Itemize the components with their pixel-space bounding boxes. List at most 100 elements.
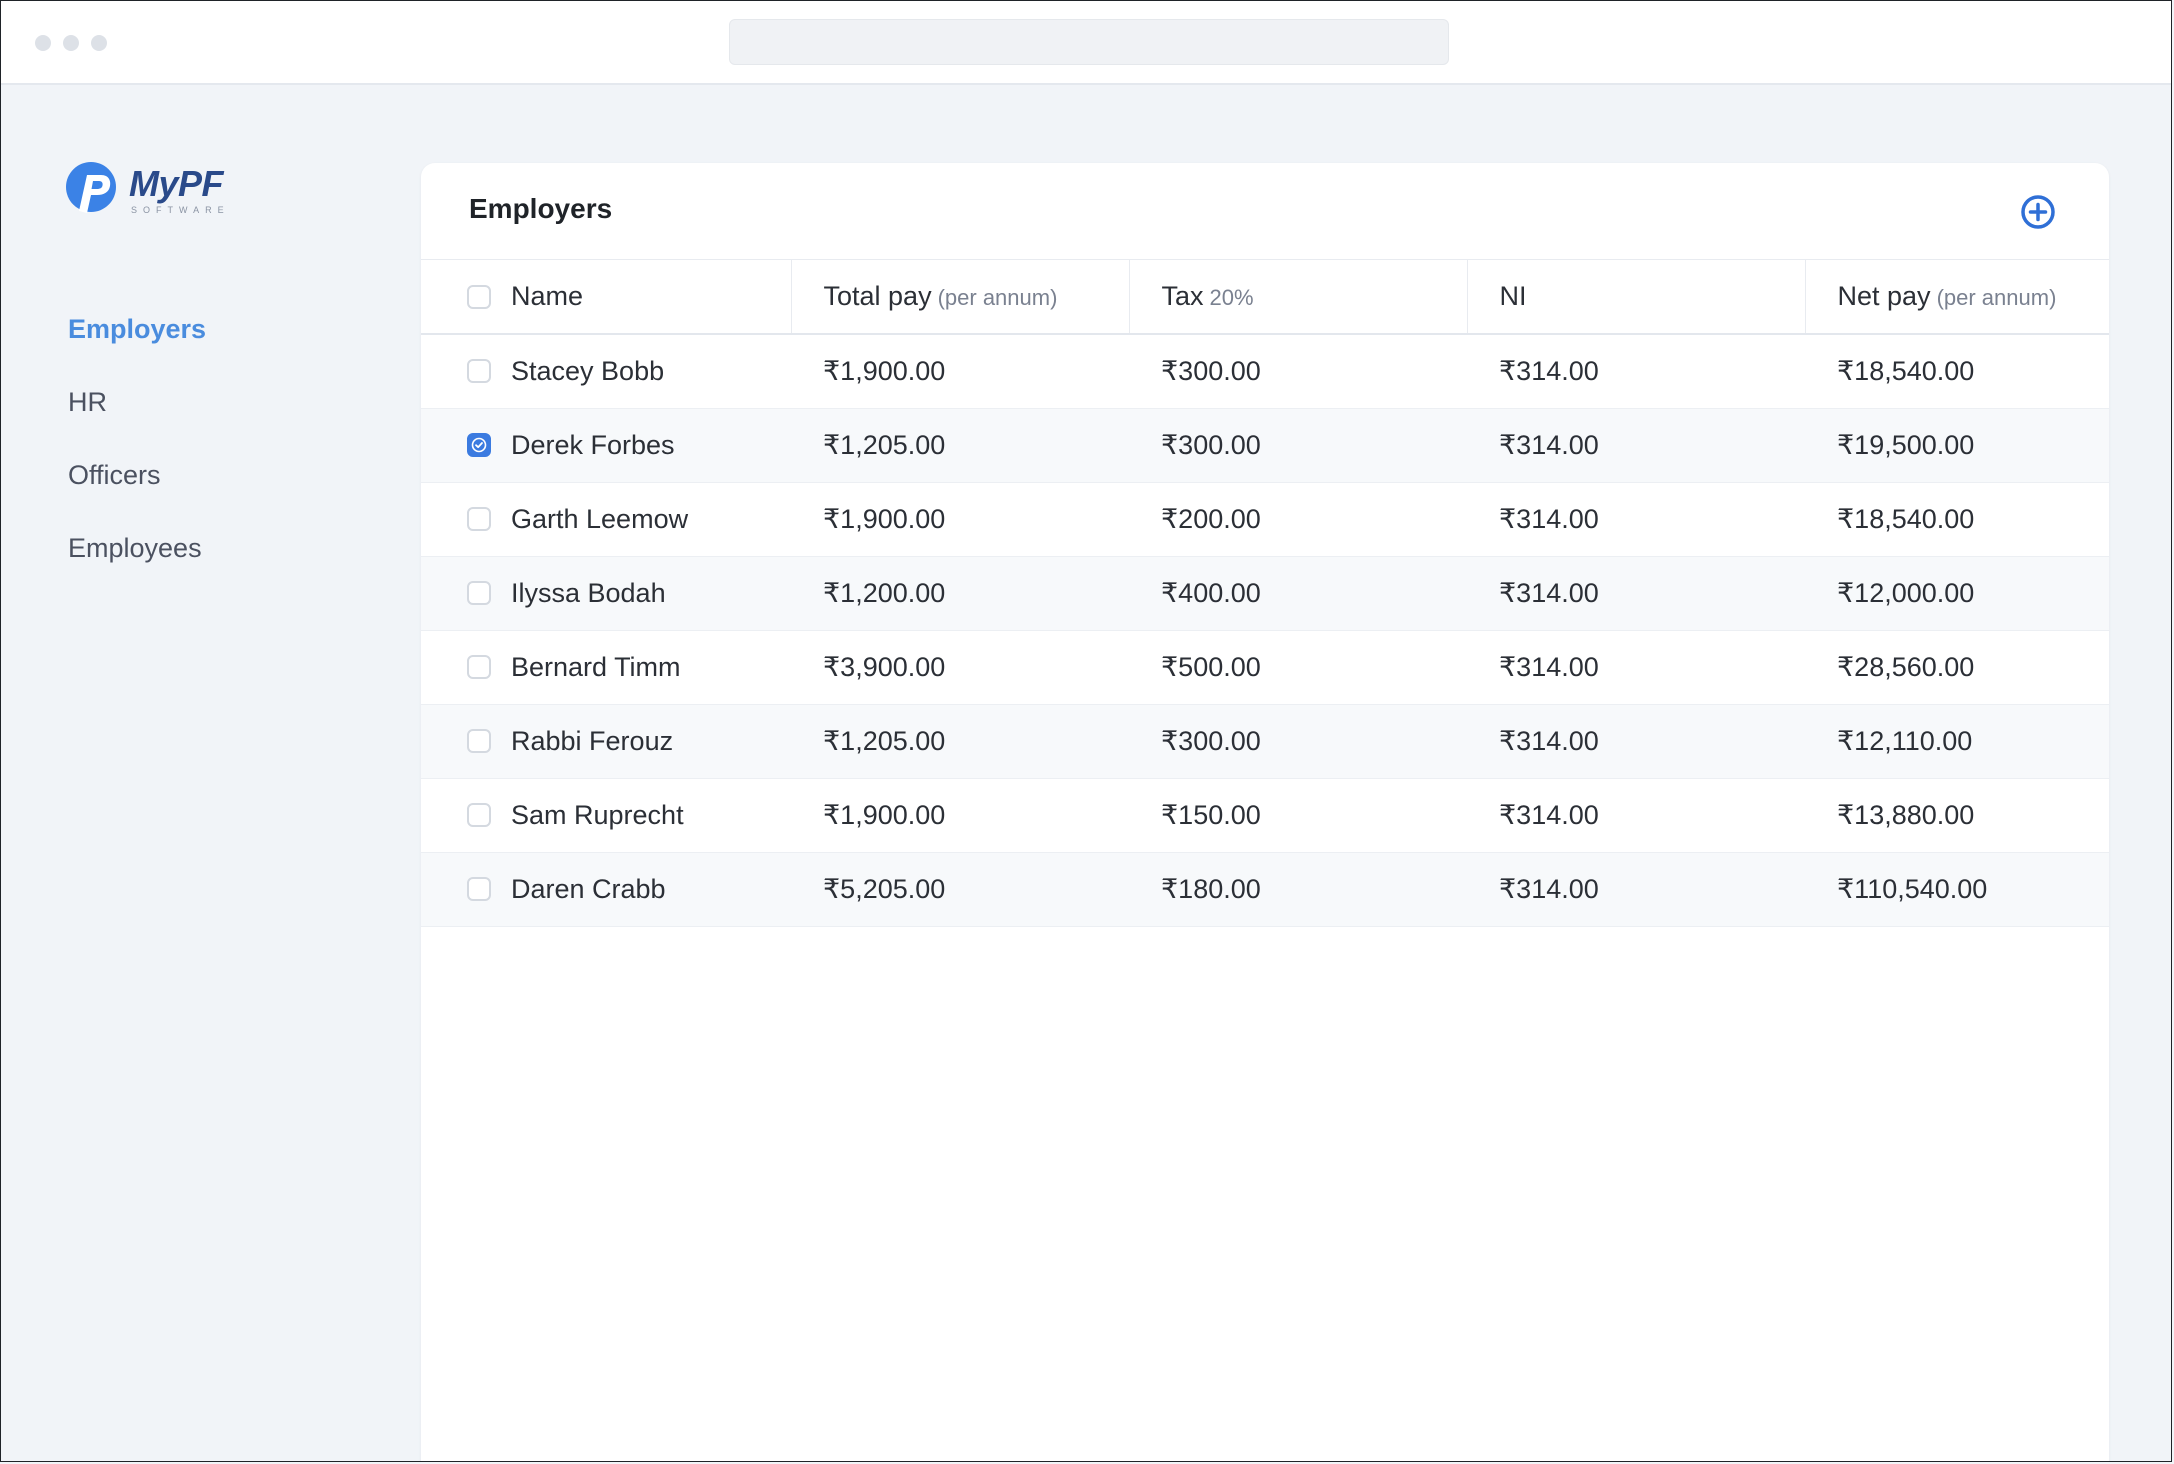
employers-table: Name Total pay (per annum) Tax 20% NI Net … [421,260,2109,927]
table-row[interactable]: Stacey Bobb ₹1,900.00 ₹300.00 ₹314.00 ₹18,54… [421,334,2109,408]
logo-mark-icon [66,162,116,213]
cell-total-pay: ₹1,900.00 [823,799,946,830]
cell-tax: ₹400.00 [1161,577,1261,608]
column-label: Net pay [1837,281,1931,311]
cell-name: Stacey Bobb [421,334,791,408]
cell-tax: ₹300.00 [1161,355,1261,386]
column-sublabel: 20% [1209,285,1254,310]
logo-wordmark: MyPF [129,163,224,204]
column-sublabel: (per annum) [937,285,1058,310]
column-header-ni[interactable]: NI [1467,260,1806,334]
employer-name: Daren Crabb [511,873,666,904]
sidebar-nav: Employers HR Officers Employees [68,311,206,603]
cell-ni: ₹314.00 [1499,873,1599,904]
row-checkbox[interactable] [467,877,491,901]
app-window: MyPF SOFTWARE Employers HR Officers Employe… [0,0,2172,1462]
cell-tax: ₹500.00 [1161,651,1261,682]
cell-ni: ₹314.00 [1499,799,1599,830]
cell-total-pay: ₹5,205.00 [823,873,946,904]
cell-ni: ₹314.00 [1499,355,1599,386]
employers-card: Employers Name Total pay (per annum) Tax… [421,163,2109,1461]
table-row[interactable]: Derek Forbes ₹1,205.00 ₹300.00 ₹314.00 ₹19,5… [421,408,2109,482]
employer-name: Bernard Timm [511,651,681,682]
row-checkbox[interactable] [467,359,491,384]
employer-name: Ilyssa Bodah [511,577,666,608]
row-checkbox[interactable] [467,729,491,753]
cell-name: Ilyssa Bodah [421,556,791,630]
row-checkbox[interactable] [467,655,491,679]
table-row[interactable]: Rabbi Ferouz ₹1,205.00 ₹300.00 ₹314.00 ₹12,1… [421,704,2109,778]
window-control-dot[interactable] [35,35,51,51]
window-control-dot[interactable] [91,35,107,51]
sidebar-item-employees[interactable]: Employees [68,530,206,603]
column-label: NI [1499,281,1527,311]
sidebar-item-hr[interactable]: HR [68,384,206,457]
window-titlebar [1,1,2171,85]
card-header: Employers [421,163,2109,260]
window-control-dot[interactable] [63,35,79,51]
cell-net-pay: ₹13,880.00 [1837,799,1975,830]
cell-name: Daren Crabb [421,852,791,926]
brand-logo[interactable]: MyPF SOFTWARE [65,161,235,221]
cell-total-pay: ₹1,205.00 [823,725,946,756]
cell-ni: ₹314.00 [1499,577,1599,608]
cell-ni: ₹314.00 [1499,651,1599,682]
sidebar-item-employers[interactable]: Employers [68,311,206,384]
column-header-total-pay[interactable]: Total pay (per annum) [791,260,1130,334]
column-label: Tax [1161,281,1204,311]
cell-name: Bernard Timm [421,630,791,704]
table-row[interactable]: Ilyssa Bodah ₹1,200.00 ₹400.00 ₹314.00 ₹12,0… [421,556,2109,630]
row-checkbox[interactable] [467,803,491,827]
cell-total-pay: ₹3,900.00 [823,651,946,682]
column-sublabel: (per annum) [1936,285,2057,310]
add-employer-button[interactable] [2019,193,2057,231]
column-header-tax[interactable]: Tax 20% [1129,260,1468,334]
table-row[interactable]: Sam Ruprecht ₹1,900.00 ₹150.00 ₹314.00 ₹13,8… [421,778,2109,852]
plus-circle-icon [2021,195,2055,229]
address-bar[interactable] [729,19,1449,65]
employer-name: Garth Leemow [511,503,689,534]
cell-net-pay: ₹18,540.00 [1837,503,1975,534]
cell-tax: ₹150.00 [1161,799,1261,830]
cell-total-pay: ₹1,900.00 [823,355,946,386]
table-row[interactable]: Daren Crabb ₹5,205.00 ₹180.00 ₹314.00 ₹110,5… [421,852,2109,926]
cell-net-pay: ₹18,540.00 [1837,355,1975,386]
column-label: Total pay [823,281,932,311]
cell-net-pay: ₹12,110.00 [1837,725,1973,756]
select-all-checkbox[interactable] [467,284,491,309]
cell-ni: ₹314.00 [1499,725,1599,756]
row-checkbox[interactable] [467,581,491,605]
table-header-row: Name Total pay (per annum) Tax 20% NI Net … [421,260,2109,334]
employer-name: Sam Ruprecht [511,799,684,830]
table-row[interactable]: Bernard Timm ₹3,900.00 ₹500.00 ₹314.00 ₹28,5… [421,630,2109,704]
cell-net-pay: ₹12,000.00 [1837,577,1975,608]
column-header-name[interactable]: Name [421,260,792,334]
cell-total-pay: ₹1,200.00 [823,577,946,608]
cell-name: Garth Leemow [421,482,791,556]
cell-total-pay: ₹1,205.00 [823,429,946,460]
sidebar-item-officers[interactable]: Officers [68,457,206,530]
cell-tax: ₹200.00 [1161,503,1261,534]
employer-name: Derek Forbes [511,429,675,460]
cell-tax: ₹180.00 [1161,873,1261,904]
cell-ni: ₹314.00 [1499,503,1599,534]
cell-tax: ₹300.00 [1161,725,1261,756]
table-row[interactable]: Garth Leemow ₹1,900.00 ₹200.00 ₹314.00 ₹18,5… [421,482,2109,556]
row-checkbox[interactable] [467,433,491,457]
cell-tax: ₹300.00 [1161,429,1261,460]
column-header-net-pay[interactable]: Net pay (per annum) [1805,260,2109,334]
page-title: Employers [469,193,613,224]
cell-ni: ₹314.00 [1499,429,1599,460]
logo-tagline: SOFTWARE [131,205,230,215]
cell-name: Derek Forbes [421,408,791,482]
cell-total-pay: ₹1,900.00 [823,503,946,534]
cell-net-pay: ₹110,540.00 [1837,873,1988,904]
cell-net-pay: ₹28,560.00 [1837,651,1975,682]
row-checkbox[interactable] [467,507,491,531]
column-label: Name [511,281,584,311]
cell-name: Rabbi Ferouz [421,704,791,778]
checkmark-icon [471,437,487,453]
employer-name: Stacey Bobb [511,355,665,386]
cell-name: Sam Ruprecht [421,778,791,852]
sidebar: MyPF SOFTWARE Employers HR Officers Employe… [1,83,421,1461]
